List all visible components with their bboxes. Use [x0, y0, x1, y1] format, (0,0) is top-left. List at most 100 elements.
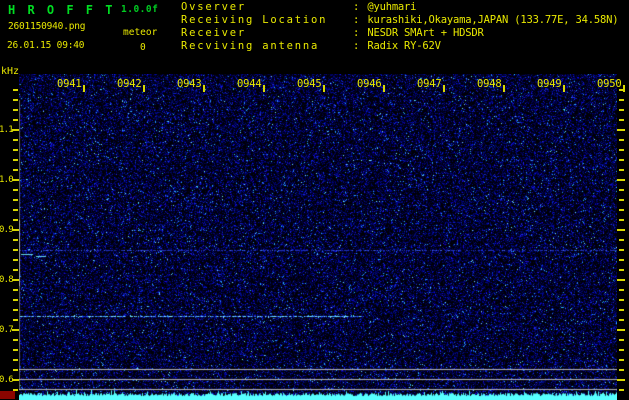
y-tick-minor [13, 99, 18, 101]
y-tick-minor [13, 109, 18, 111]
y-tick-minor [619, 349, 624, 351]
y-tick-major [617, 329, 625, 331]
y-tick-minor [13, 119, 18, 121]
y-tick-minor [13, 319, 18, 321]
corner-marker-block [0, 391, 15, 399]
y-tick-minor [13, 349, 18, 351]
info-colon: : [353, 14, 359, 26]
y-tick-minor [619, 89, 624, 91]
y-tick-major [12, 129, 19, 131]
y-tick-minor [619, 289, 624, 291]
y-axis-unit-label: kHz [1, 66, 19, 77]
y-tick-minor [13, 299, 18, 301]
x-tick-label: 0947 [417, 78, 442, 90]
y-tick-minor [619, 369, 624, 371]
x-tick-label: 0946 [357, 78, 382, 90]
x-tick-mark [323, 85, 325, 92]
y-tick-major [12, 329, 19, 331]
station-info: Ovserver: @yuhmari Receiving Location: kur… [181, 1, 618, 53]
y-tick-minor [619, 99, 624, 101]
output-filename: 2601150940.png [8, 21, 85, 32]
app-title: H R O F F T [8, 3, 115, 17]
y-tick-minor [13, 139, 18, 141]
y-tick-minor [619, 149, 624, 151]
x-tick-mark [83, 85, 85, 92]
info-row-receiver: Receiver: NESDR SMArt + HDSDR [181, 27, 618, 40]
y-tick-minor [619, 249, 624, 251]
y-tick-label: 1.1 [0, 125, 12, 135]
x-tick-mark [263, 85, 265, 92]
info-value: Radix RY-62V [367, 40, 440, 52]
x-tick-label: 0948 [477, 78, 502, 90]
y-tick-minor [13, 189, 18, 191]
y-tick-minor [619, 209, 624, 211]
y-tick-minor [619, 309, 624, 311]
y-tick-minor [619, 239, 624, 241]
y-tick-major [12, 279, 19, 281]
app-version: 1.0.0f [121, 4, 158, 15]
y-tick-minor [619, 119, 624, 121]
info-value: NESDR SMArt + HDSDR [367, 27, 483, 39]
session-datetime: 26.01.15 09:40 [7, 40, 84, 51]
meteor-count: 0 [140, 42, 146, 53]
y-tick-minor [13, 369, 18, 371]
x-tick-label: 0950 [597, 78, 622, 90]
hrofft-window: H R O F F T 1.0.0f 2601150940.png meteor… [0, 0, 629, 400]
y-tick-minor [619, 259, 624, 261]
info-label: Ovserver [181, 1, 353, 13]
x-tick-mark [383, 85, 385, 92]
y-tick-minor [619, 359, 624, 361]
y-tick-minor [13, 169, 18, 171]
y-tick-minor [619, 109, 624, 111]
y-tick-minor [619, 169, 624, 171]
info-label: Receiving Location [181, 14, 353, 26]
spectrogram-canvas [19, 74, 617, 400]
y-tick-minor [13, 199, 18, 201]
x-tick-mark [503, 85, 505, 92]
y-tick-minor [619, 219, 624, 221]
y-tick-minor [13, 219, 18, 221]
y-tick-label: 0.8 [0, 275, 12, 285]
y-tick-major [617, 179, 625, 181]
y-tick-minor [619, 339, 624, 341]
y-tick-major [617, 229, 625, 231]
y-tick-minor [13, 359, 18, 361]
y-tick-minor [619, 139, 624, 141]
y-tick-minor [619, 189, 624, 191]
y-tick-minor [13, 309, 18, 311]
y-tick-minor [13, 249, 18, 251]
y-tick-minor [13, 269, 18, 271]
x-tick-label: 0943 [177, 78, 202, 90]
info-colon: : [353, 27, 359, 39]
info-colon: : [353, 40, 359, 52]
y-tick-major [12, 179, 19, 181]
y-tick-minor [13, 209, 18, 211]
y-tick-label: 0.6 [0, 375, 12, 385]
y-tick-major [12, 229, 19, 231]
y-tick-minor [619, 319, 624, 321]
x-tick-label: 0945 [297, 78, 322, 90]
info-row-observer: Ovserver: @yuhmari [181, 1, 618, 14]
x-tick-label: 0949 [537, 78, 562, 90]
y-tick-minor [13, 149, 18, 151]
y-tick-major [617, 379, 625, 381]
x-tick-mark [143, 85, 145, 92]
info-label: Receiver [181, 27, 353, 39]
y-tick-label: 0.7 [0, 325, 12, 335]
y-tick-minor [619, 269, 624, 271]
info-value: kurashiki,Okayama,JAPAN (133.77E, 34.58N… [367, 14, 618, 26]
mode-label: meteor [123, 27, 157, 38]
x-tick-mark [563, 85, 565, 92]
x-tick-mark [443, 85, 445, 92]
x-tick-label: 0944 [237, 78, 262, 90]
info-row-antenna: Recviving antenna: Radix RY-62V [181, 40, 618, 53]
info-colon: : [353, 1, 359, 13]
info-row-location: Receiving Location: kurashiki,Okayama,JAP… [181, 14, 618, 27]
y-tick-minor [13, 159, 18, 161]
x-tick-mark [203, 85, 205, 92]
y-tick-major [617, 129, 625, 131]
y-tick-minor [619, 199, 624, 201]
x-tick-label: 0941 [57, 78, 82, 90]
y-tick-minor [13, 339, 18, 341]
y-tick-minor [619, 389, 624, 391]
